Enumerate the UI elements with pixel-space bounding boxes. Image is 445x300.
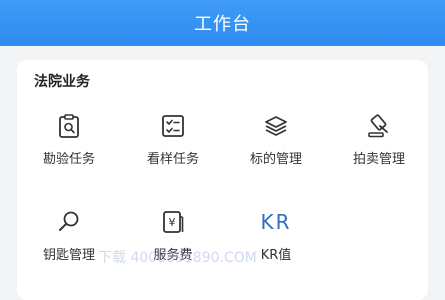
sample-task-label: 看样任务 bbox=[146, 152, 199, 167]
magnifier-key-icon bbox=[59, 211, 79, 231]
sample-checklist-icon bbox=[162, 115, 184, 137]
yen-document-icon: ¥ bbox=[163, 211, 184, 233]
auction-management-item[interactable]: 拍卖管理 bbox=[339, 112, 419, 172]
key-management-label: 钥匙管理 bbox=[42, 248, 95, 263]
survey-clipboard-icon bbox=[59, 114, 79, 138]
sample-task-item[interactable]: 看样任务 bbox=[133, 112, 213, 172]
watermark: 下载 4008891890.COM bbox=[98, 250, 257, 266]
auction-management-label: 拍卖管理 bbox=[352, 152, 405, 167]
app-header: 工作台 bbox=[0, 0, 445, 46]
layers-icon bbox=[265, 116, 287, 136]
kr-icon: KR bbox=[260, 210, 292, 234]
gavel-icon bbox=[368, 114, 388, 138]
survey-task-item[interactable]: 勘验任务 bbox=[29, 112, 109, 172]
key-management-item[interactable]: 钥匙管理 bbox=[29, 208, 109, 268]
subject-management-item[interactable]: 标的管理 bbox=[236, 112, 316, 172]
subject-management-label: 标的管理 bbox=[249, 152, 302, 167]
survey-task-label: 勘验任务 bbox=[42, 152, 95, 167]
svg-text:¥: ¥ bbox=[169, 216, 176, 229]
page-title: 工作台 bbox=[194, 14, 251, 35]
section-title: 法院业务 bbox=[34, 74, 90, 90]
